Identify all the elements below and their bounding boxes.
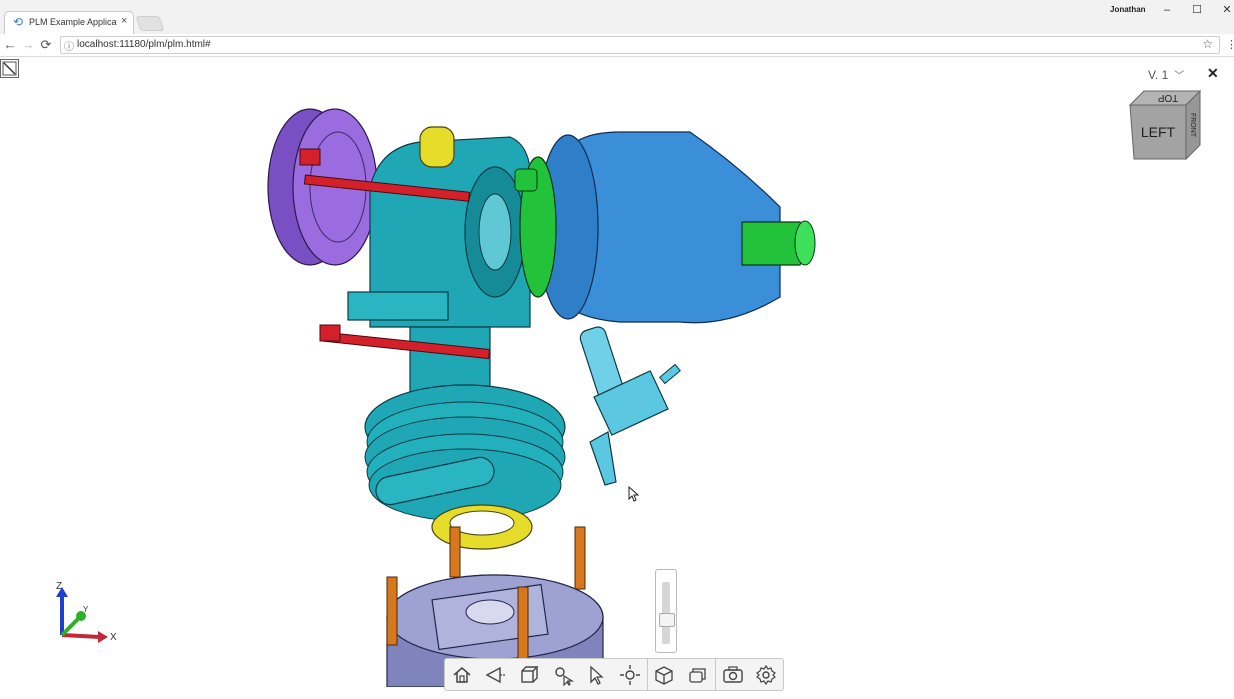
back-button[interactable]: ← xyxy=(2,37,18,52)
maximize-button[interactable]: ☐ xyxy=(1188,2,1206,18)
url-text[interactable]: localhost:11180/plm/plm.html# xyxy=(77,39,211,50)
view-cube-icon xyxy=(521,665,539,683)
minimize-button[interactable]: – xyxy=(1158,2,1176,18)
site-info-icon[interactable]: ⓘ xyxy=(64,38,74,53)
layers-button[interactable] xyxy=(681,659,715,690)
assembly-model[interactable] xyxy=(260,87,820,687)
browser-tab[interactable]: ⟲ PLM Example Application × xyxy=(4,11,134,35)
pan-button[interactable] xyxy=(546,659,580,690)
tab-title: PLM Example Application xyxy=(29,17,117,27)
browser-menu-icon[interactable]: ⋮ xyxy=(1226,38,1234,51)
home-button[interactable] xyxy=(445,659,479,690)
home-icon xyxy=(453,666,471,683)
settings-icon xyxy=(756,664,777,685)
cube-top-label[interactable]: TOP xyxy=(1157,92,1178,103)
expand-panel-icon xyxy=(2,61,17,76)
viewer-canvas[interactable]: V. 1 ﹀ ✕ TOP LEFT FRONT Z Y X xyxy=(0,57,1234,699)
view-cube-button[interactable] xyxy=(512,659,546,690)
orbit-icon xyxy=(485,666,506,683)
forward-button[interactable]: → xyxy=(20,37,36,52)
select-button[interactable] xyxy=(579,659,613,690)
close-window-button[interactable]: ✕ xyxy=(1218,2,1234,18)
axis-x-label: X xyxy=(110,632,117,643)
pan-icon xyxy=(554,666,574,686)
axis-z-label: Z xyxy=(56,581,62,592)
chevron-down-icon: ﹀ xyxy=(1174,71,1185,82)
select-icon xyxy=(590,665,604,685)
slider-thumb[interactable] xyxy=(659,613,675,627)
version-selector[interactable]: V. 1 ﹀ xyxy=(1148,67,1184,82)
axis-triad: Z Y X xyxy=(56,581,117,643)
explode-slider[interactable] xyxy=(655,569,677,653)
url-field[interactable]: ⓘ localhost:11180/plm/plm.html# ☆ xyxy=(60,36,1220,54)
model-browser-icon xyxy=(655,665,674,685)
explode-icon xyxy=(619,664,640,685)
view-cube[interactable]: TOP LEFT FRONT xyxy=(1126,87,1206,163)
axis-y-label: Y xyxy=(83,605,89,614)
screenshot-button[interactable] xyxy=(716,659,750,690)
new-tab-button[interactable] xyxy=(135,16,165,31)
bookmark-star-icon[interactable]: ☆ xyxy=(1202,37,1213,51)
orbit-button[interactable] xyxy=(479,659,513,690)
mouse-cursor-icon xyxy=(628,486,640,502)
model-browser-button[interactable] xyxy=(648,659,682,690)
tab-close-icon[interactable]: × xyxy=(121,15,127,27)
viewer-toolbar xyxy=(444,658,784,691)
address-toolbar: ← → ⟳ ⓘ localhost:11180/plm/plm.html# ☆ xyxy=(0,34,1234,57)
cube-right-label[interactable]: FRONT xyxy=(1189,113,1196,138)
browser-tabbar: ⟲ PLM Example Application × Jonathan – ☐… xyxy=(0,0,1234,35)
explode-button[interactable] xyxy=(613,659,647,690)
version-label: V. 1 xyxy=(1148,68,1169,82)
expand-panel-button[interactable] xyxy=(0,59,19,78)
profile-name[interactable]: Jonathan xyxy=(1110,5,1146,14)
cube-front-label[interactable]: LEFT xyxy=(1141,124,1176,140)
layers-icon xyxy=(689,667,706,683)
app-favicon-icon: ⟲ xyxy=(13,15,24,29)
close-viewer-button[interactable]: ✕ xyxy=(1207,65,1219,82)
camera-icon xyxy=(722,665,743,683)
reload-button[interactable]: ⟳ xyxy=(38,37,54,53)
settings-button[interactable] xyxy=(749,659,783,690)
